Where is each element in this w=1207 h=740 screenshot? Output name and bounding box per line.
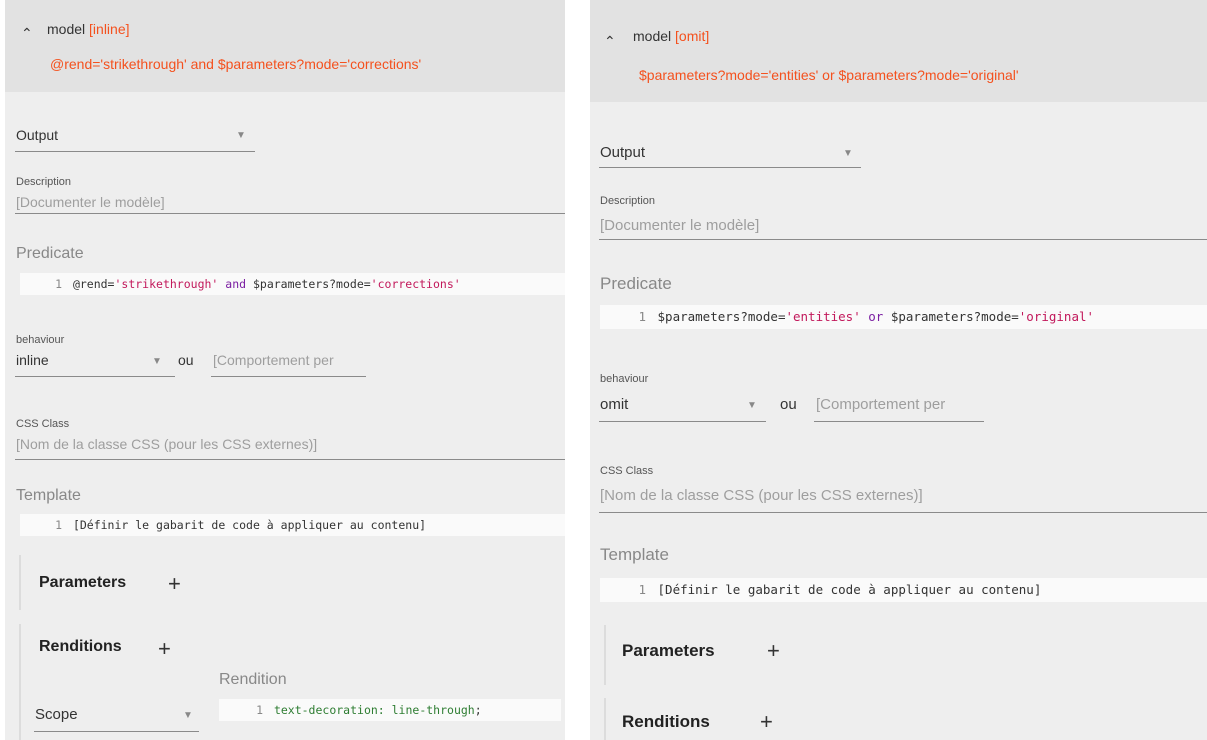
renditions-section: Renditions + Rendition Scope ▼ 1 text-de… <box>19 624 561 740</box>
css-class-underline <box>599 512 1207 513</box>
left-model-panel: ⌃ model [inline] @rend='strikethrough' a… <box>5 0 565 740</box>
code-token: 'original' <box>1018 309 1095 324</box>
dropdown-arrow-icon[interactable]: ▼ <box>236 130 246 141</box>
line-number: 1 <box>55 277 62 291</box>
template-editor[interactable]: 1 [Définir le gabarit de code à applique… <box>20 514 565 536</box>
scope-underline <box>34 731 199 732</box>
template-code-text: [Définir le gabarit de code à appliquer … <box>72 518 427 532</box>
code-token: $parameters?mode= <box>657 309 786 324</box>
output-underline <box>599 167 861 168</box>
model-title: model [omit] <box>633 28 709 44</box>
rendition-editor[interactable]: 1 text-decoration: line-through; <box>219 699 561 721</box>
or-label: ou <box>780 396 797 413</box>
output-select[interactable]: Output <box>600 144 645 161</box>
model-predicate-summary: $parameters?mode='entities' or $paramete… <box>639 67 1019 83</box>
dropdown-arrow-icon[interactable]: ▼ <box>183 710 193 721</box>
dropdown-arrow-icon[interactable]: ▼ <box>843 148 853 159</box>
right-model-header[interactable]: ⌃ model [omit] $parameters?mode='entitie… <box>590 0 1207 102</box>
renditions-title: Renditions <box>622 712 710 731</box>
template-editor[interactable]: 1 [Définir le gabarit de code à applique… <box>600 578 1207 602</box>
predicate-label: Predicate <box>600 274 672 293</box>
behaviour-select[interactable]: omit <box>600 396 628 413</box>
plus-icon[interactable]: + <box>158 638 171 660</box>
custom-behaviour-underline <box>814 421 984 422</box>
model-type: [omit] <box>675 28 710 44</box>
line-number: 1 <box>638 582 646 597</box>
predicate-editor[interactable]: 1 @rend='strikethrough' and $parameters?… <box>20 273 565 295</box>
model-type: [inline] <box>89 21 130 37</box>
plus-icon[interactable]: + <box>168 573 181 595</box>
dropdown-arrow-icon[interactable]: ▼ <box>747 400 757 411</box>
chevron-up-icon[interactable]: ⌃ <box>604 34 616 48</box>
chevron-up-icon[interactable]: ⌃ <box>21 26 33 40</box>
or-label: ou <box>178 352 194 368</box>
css-class-field[interactable]: [Nom de la classe CSS (pour les CSS exte… <box>16 436 317 452</box>
predicate-label: Predicate <box>16 245 84 262</box>
code-token: and <box>218 277 253 291</box>
description-field[interactable]: [Documenter le modèle] <box>16 194 165 210</box>
dropdown-arrow-icon[interactable]: ▼ <box>152 356 162 367</box>
renditions-section: Renditions + <box>604 698 1206 740</box>
output-underline <box>15 151 255 152</box>
behaviour-label: behaviour <box>16 334 65 346</box>
code-token: 'entities' <box>785 309 861 324</box>
behaviour-label: behaviour <box>600 373 649 385</box>
right-model-panel: ⌃ model [omit] $parameters?mode='entitie… <box>590 0 1207 740</box>
custom-behaviour-underline <box>211 376 366 377</box>
renditions-title: Renditions <box>39 638 122 655</box>
model-title: model [inline] <box>47 21 130 37</box>
behaviour-underline <box>15 376 175 377</box>
parameters-section: Parameters + <box>19 555 561 610</box>
css-class-underline <box>15 459 565 460</box>
code-token: 'strikethrough' <box>114 277 219 291</box>
parameters-section: Parameters + <box>604 625 1206 685</box>
description-underline <box>15 213 565 214</box>
code-token: 'corrections' <box>370 277 461 291</box>
code-token: $parameters?mode= <box>252 277 371 291</box>
custom-behaviour-field[interactable]: [Comportement per <box>816 396 945 413</box>
css-class-field[interactable]: [Nom de la classe CSS (pour les CSS exte… <box>600 487 923 504</box>
template-label: Template <box>16 487 81 504</box>
plus-icon[interactable]: + <box>760 711 773 733</box>
plus-icon[interactable]: + <box>767 640 780 662</box>
behaviour-select[interactable]: inline <box>16 352 49 368</box>
code-token: or <box>860 309 891 324</box>
css-class-label: CSS Class <box>16 418 70 430</box>
model-label: model <box>47 21 86 37</box>
output-select[interactable]: Output <box>16 127 58 143</box>
line-number: 1 <box>256 703 263 717</box>
css-class-label: CSS Class <box>600 465 654 477</box>
scope-select[interactable]: Scope <box>35 706 78 723</box>
model-predicate-summary: @rend='strikethrough' and $parameters?mo… <box>50 56 422 72</box>
parameters-title: Parameters <box>622 641 715 660</box>
custom-behaviour-field[interactable]: [Comportement per <box>213 352 334 368</box>
parameters-title: Parameters <box>39 574 127 591</box>
description-underline <box>599 239 1207 240</box>
left-model-header[interactable]: ⌃ model [inline] @rend='strikethrough' a… <box>5 0 565 92</box>
description-label: Description <box>16 176 72 188</box>
predicate-editor[interactable]: 1 $parameters?mode='entities' or $parame… <box>600 305 1207 329</box>
code-token: $parameters?mode= <box>890 309 1019 324</box>
css-property: text-decoration: line-through <box>273 703 475 717</box>
template-code-text: [Définir le gabarit de code à appliquer … <box>657 582 1042 597</box>
behaviour-underline <box>599 421 766 422</box>
line-number: 1 <box>55 518 62 532</box>
model-label: model <box>633 28 672 44</box>
code-token: ; <box>474 703 482 717</box>
rendition-label: Rendition <box>219 671 287 688</box>
code-token: @rend= <box>72 277 115 291</box>
description-field[interactable]: [Documenter le modèle] <box>600 217 759 234</box>
line-number: 1 <box>638 309 646 324</box>
description-label: Description <box>600 195 656 207</box>
template-label: Template <box>600 545 669 564</box>
